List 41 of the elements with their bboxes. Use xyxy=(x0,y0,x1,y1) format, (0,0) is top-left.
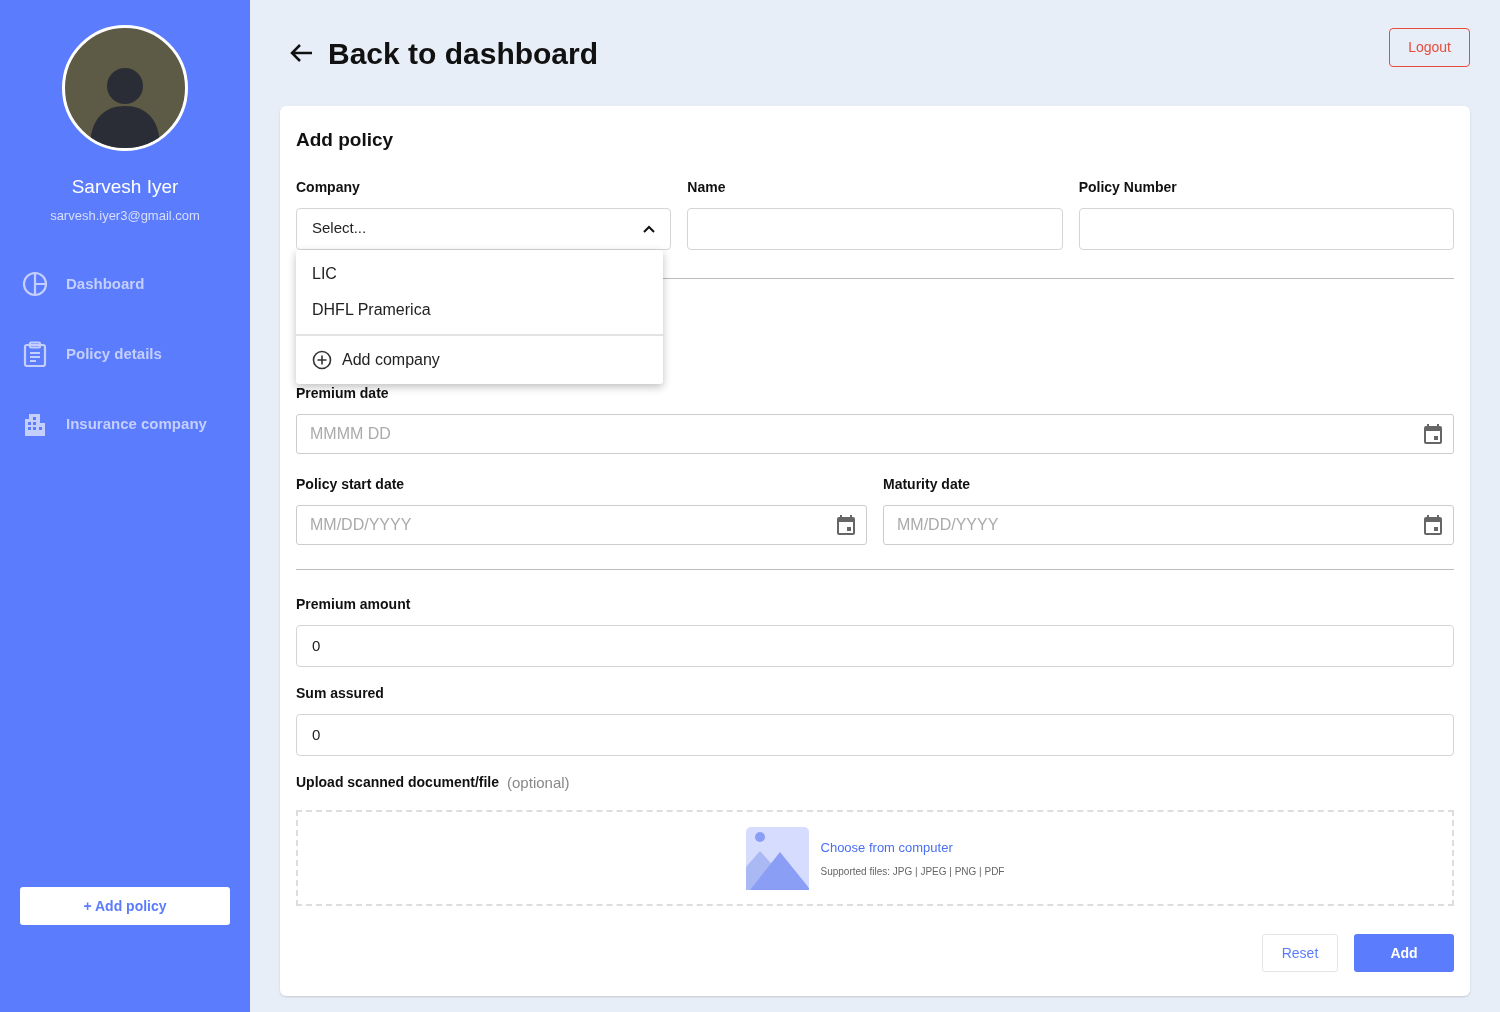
field-label: Premium date xyxy=(296,383,390,403)
add-company-option[interactable]: Add company xyxy=(296,333,663,384)
field-label: Maturity date xyxy=(883,474,972,494)
field-label: Name xyxy=(687,177,727,197)
text-field[interactable] xyxy=(687,207,1063,250)
add-policy-button[interactable]: + Add policy xyxy=(20,887,230,925)
number-field[interactable]: 0 xyxy=(296,713,1454,756)
back-arrow-icon xyxy=(290,43,314,63)
pie-chart-icon xyxy=(22,271,48,297)
company-select[interactable]: Select... xyxy=(296,207,672,250)
text-field[interactable] xyxy=(1078,207,1454,250)
field-label: Sum assured xyxy=(296,683,385,703)
user-email: sarvesh.iyer3@gmail.com xyxy=(50,206,200,225)
clipboard-icon xyxy=(22,341,48,367)
field-label: Policy Number xyxy=(1078,177,1178,197)
field-label: Company xyxy=(296,177,361,197)
back-link[interactable]: Back to dashboard xyxy=(290,30,599,76)
calendar-icon[interactable] xyxy=(1424,514,1442,535)
calendar-icon[interactable] xyxy=(837,514,855,535)
choose-file-link[interactable]: Choose from computer xyxy=(820,840,953,855)
optional-hint: (optional) xyxy=(507,772,570,793)
user-name: Sarvesh Iyer xyxy=(71,175,179,199)
date-field[interactable]: MMMM DD xyxy=(296,413,1454,454)
building-icon xyxy=(22,411,48,437)
add-button[interactable]: Add xyxy=(1354,934,1454,972)
plus-circle-icon xyxy=(312,349,332,370)
upload-dropzone[interactable]: Choose from computer Supported files: JPG | JPEG | PNG | PDF xyxy=(296,810,1454,906)
field-label: Upload scanned document/file xyxy=(296,772,500,792)
field-label: Premium amount xyxy=(296,594,412,614)
dropdown-option[interactable]: LIC xyxy=(296,255,663,292)
date-field[interactable]: MM/DD/YYYY xyxy=(883,504,1454,545)
form-title: Add policy xyxy=(296,128,395,152)
reset-button[interactable]: Reset xyxy=(1262,934,1338,972)
calendar-icon[interactable] xyxy=(1424,423,1442,444)
date-field[interactable]: MM/DD/YYYY xyxy=(296,504,867,545)
dropdown-option[interactable]: DHFL Pramerica xyxy=(296,291,663,328)
image-icon xyxy=(745,826,809,890)
logout-button[interactable]: Logout xyxy=(1389,27,1470,67)
field-label: Policy start date xyxy=(296,474,406,494)
supported-files-text: Supported files: JPG | JPEG | PNG | PDF xyxy=(820,865,1005,879)
number-field[interactable]: 0 xyxy=(296,624,1454,667)
